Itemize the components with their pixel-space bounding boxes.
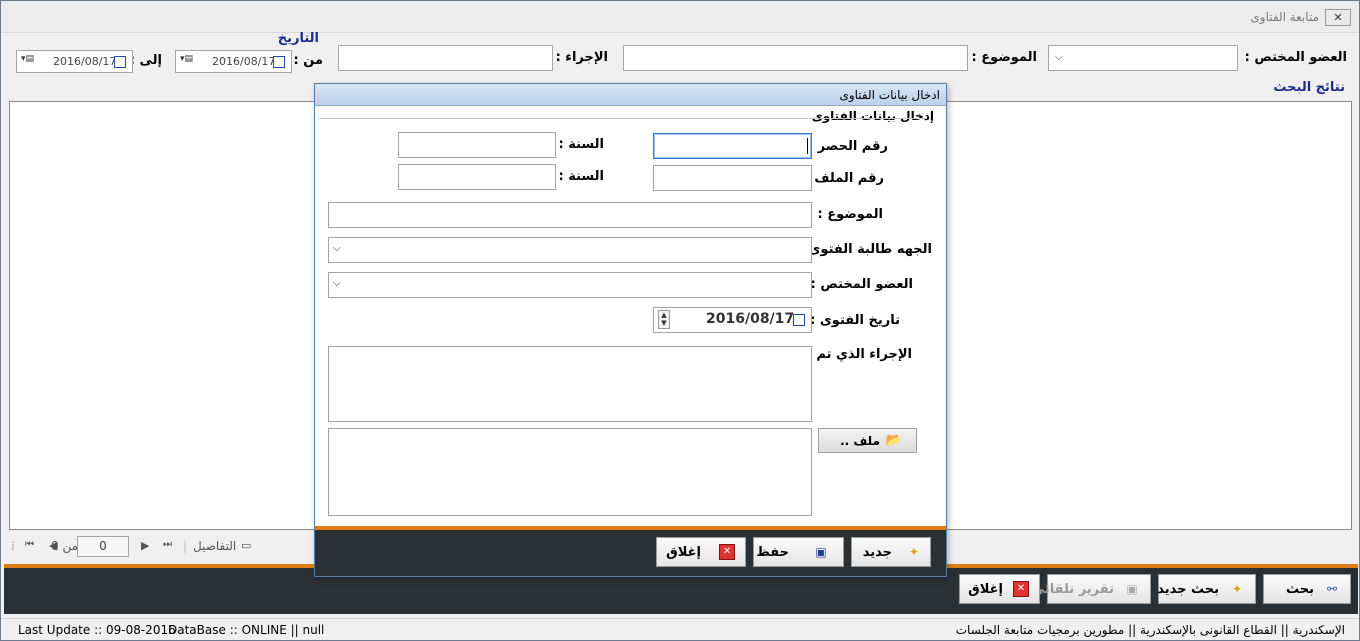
chevron-down-icon: ⌵ [1055,52,1063,63]
subject-label: الموضوع : [817,207,883,222]
to-date-picker[interactable]: ▾▤ 2016/08/17 [16,50,133,73]
fatwa-entry-dialog: ادخال بيانات الفتاوى إدخال بيانات الفتاو… [314,83,947,577]
from-date-checkbox[interactable] [273,56,285,68]
year-label-2: السنة : [558,169,604,184]
spinner-icon[interactable]: ▲ ▼ [658,310,670,329]
save-button[interactable]: ▣ حفظ [753,537,844,567]
member-filter-combo[interactable]: ⌵ [1048,45,1238,71]
new-item-icon: ✦ [908,545,920,559]
report-icon: ▣ [1126,582,1138,596]
inventory-no-input[interactable] [653,133,812,159]
grip-icon: ⁞ [11,539,15,553]
last-record-icon[interactable]: ⏭ [163,539,172,550]
calendar-dropdown-icon[interactable]: ▾▤ [21,54,34,64]
dialog-title-bar: ادخال بيانات الفتاوى [315,84,946,106]
results-title: نتائج البحث [1273,80,1345,95]
close-button[interactable]: ✕ إغلاق [959,574,1040,604]
main-window: متابعة الفتاوى ✕ العضو المختص : ⌵ الموضو… [0,0,1360,641]
file-no-input[interactable] [653,165,812,191]
member-label: العضو المختص : [810,277,913,292]
to-date-label: إلى : [129,53,162,68]
close-icon: ✕ [719,544,735,560]
folder-open-icon: 📂 [885,433,902,448]
close-icon: ✕ [1013,581,1029,597]
search-button[interactable]: ⚯ بحث [1263,574,1351,604]
action-taken-label: الإجراء الذي تم : [806,347,912,362]
fatwa-date-value: 2016/08/17 [706,311,795,327]
last-update-text: Last Update :: 09-08-2016 [18,623,176,637]
next-record-icon[interactable]: ▶ [141,539,149,552]
from-date-label: من : [293,53,323,68]
text-caret [807,138,808,154]
chevron-down-icon: ⌵ [333,278,341,289]
file-path-textarea[interactable] [328,428,812,516]
chevron-down-icon: ⌵ [333,243,341,254]
calendar-dropdown-icon[interactable]: ▾▤ [180,54,193,64]
details-label[interactable]: التفاصيل [193,539,236,553]
to-date-checkbox[interactable] [114,56,126,68]
separator: | [183,539,188,553]
file-no-label: رقم الملف : [804,171,884,186]
requesting-party-combo[interactable]: ⌵ [328,237,812,263]
binoculars-icon: ⚯ [1326,582,1338,596]
divider [319,118,927,119]
browse-file-button[interactable]: 📂 ملف .. [818,428,917,453]
database-status-text: DataBase :: ONLINE || null [168,623,325,637]
record-count-label: من 0 [51,539,79,553]
auto-report-button[interactable]: ▣ تقرير تلقائى [1032,574,1151,604]
fatwa-date-picker[interactable]: ▲ ▼ 2016/08/17 [653,307,812,333]
action-filter-input[interactable] [338,45,553,71]
date-group-label: التاريخ [277,31,319,46]
year-label-1: السنة : [558,137,604,152]
action-filter-label: الإجراء : [555,50,608,65]
dialog-title: ادخال بيانات الفتاوى [839,88,940,102]
window-close-button[interactable]: ✕ [1325,9,1351,26]
year-input-2[interactable] [398,164,556,190]
save-disk-icon: ▣ [815,545,827,559]
to-date-value: 2016/08/17 [53,55,117,68]
from-date-value: 2016/08/17 [212,55,276,68]
member-combo[interactable]: ⌵ [328,272,812,298]
subject-filter-label: الموضوع : [971,50,1037,65]
year-input-1[interactable] [398,132,556,158]
fatwa-date-label: تاريخ الفتوى : [810,313,900,328]
title-bar: متابعة الفتاوى ✕ [1,1,1359,33]
subject-input[interactable] [328,202,812,228]
new-search-button[interactable]: ✦ بحث جديد [1157,574,1256,604]
action-taken-textarea[interactable] [328,346,812,422]
new-button[interactable]: ✦ جديد [851,537,931,567]
member-filter-label: العضو المختص : [1244,50,1347,65]
dialog-close-button[interactable]: ✕ إغلاق [656,537,746,567]
dialog-group-label: إدخال بيانات الفتاوى [811,109,934,123]
organization-text: الإسكندرية || القطاع القانونى بالإسكندري… [955,623,1345,637]
dialog-toolbar: ✦ جديد ▣ حفظ ✕ إغلاق [315,526,946,576]
status-bar: Last Update :: 09-08-2016 DataBase :: ON… [1,618,1359,640]
new-item-icon: ✦ [1231,582,1243,596]
window-title: متابعة الفتاوى [1250,10,1319,24]
record-position-input[interactable]: 0 [77,536,129,557]
first-record-icon[interactable]: ⏮ [25,539,34,550]
fatwa-date-checkbox[interactable] [793,314,805,326]
details-icon[interactable]: ▭ [241,539,251,552]
inventory-no-label: رقم الحصر : [807,139,888,154]
requesting-party-label: الجهه طالبة الفتوى : [798,242,932,257]
subject-filter-input[interactable] [623,45,968,71]
from-date-picker[interactable]: ▾▤ 2016/08/17 [175,50,292,73]
